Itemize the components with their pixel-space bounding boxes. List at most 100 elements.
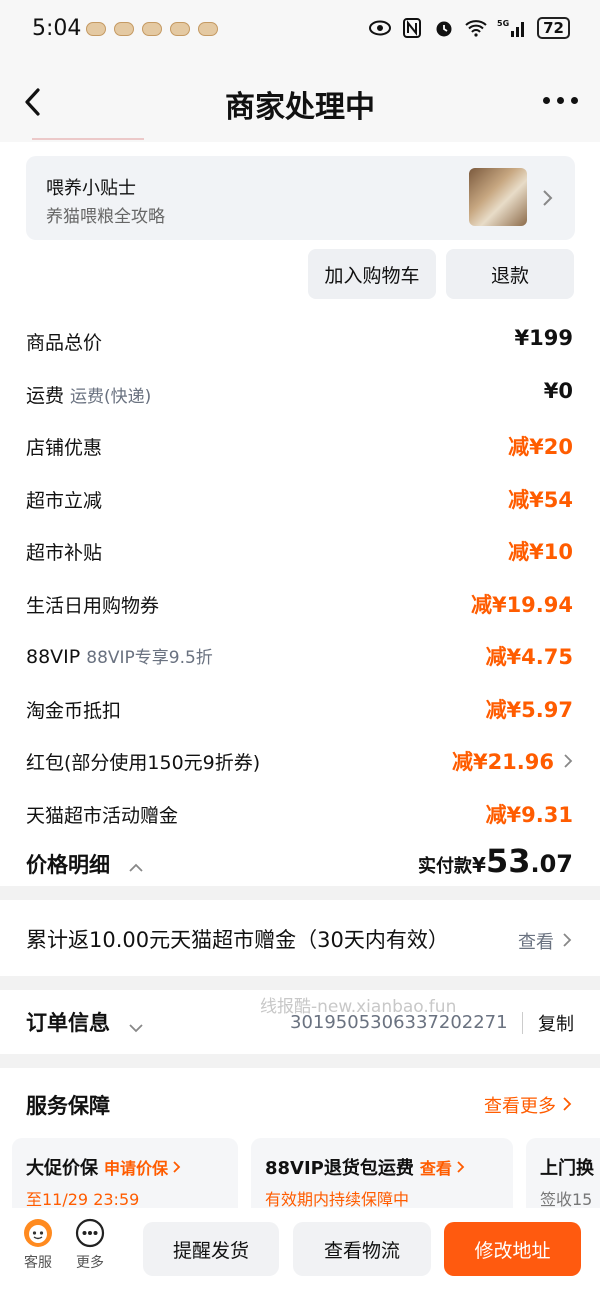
tip-subtitle: 养猫喂粮全攻略 [46,207,165,227]
price-row-instant-discount: 超市立减 减¥54 [0,472,600,525]
chevron-right-icon [563,752,573,770]
top-nav: 商家处理中 [0,62,600,142]
copy-order-button[interactable]: 复制 [538,1010,574,1036]
system-icons: 5G 72 [369,17,570,39]
service-guarantee-card: 服务保障 查看更多 大促价保 申请价保 至11/29 23:59 88VIP退货包… [0,1068,600,1218]
cashback-card[interactable]: 累计返10.00元天猫超市赠金（30天内有效） 查看 [0,900,600,976]
order-number: 3019505306337202271 [290,1012,508,1033]
price-row-bonus: 天猫超市活动赠金 减¥9.31 [0,787,600,840]
modify-address-button[interactable]: 修改地址 [444,1222,581,1276]
service-card-subtitle: 有效期内持续保障中 [265,1190,410,1209]
chevron-up-icon[interactable] [128,858,144,872]
price-row-coupon: 生活日用购物券 减¥19.94 [0,577,600,630]
vip-return-shipping-card[interactable]: 88VIP退货包运费 查看 有效期内持续保障中 [251,1138,513,1218]
price-row-shipping: 运费 运费(快递) ¥0 [0,367,600,420]
service-card-title: 上门换 [540,1158,594,1179]
price-row-label: 超市补贴 [26,542,103,564]
price-detail-toggle[interactable]: 价格明细 [26,849,110,879]
app-notification-icon [170,22,190,36]
price-row-coins: 淘金币抵扣 减¥5.97 [0,682,600,735]
more-label: 更多 [76,1255,104,1271]
price-row-value: 减¥21.96 [451,750,554,774]
chevron-down-icon[interactable] [128,1018,144,1033]
customer-service-button[interactable]: 客服 [18,1218,58,1272]
app-notification-icon [114,22,134,36]
paid-label: 实付款 [418,856,473,877]
eye-icon [369,17,392,39]
divider [522,1012,523,1034]
price-row-label: 生活日用购物券 [26,594,160,617]
cashback-text: 累计返10.00元天猫超市赠金（30天内有效） [26,928,449,952]
price-row-value: 减¥20 [508,435,573,459]
alarm-icon [433,17,455,39]
page-title: 商家处理中 [225,90,375,125]
feeding-tips-banner[interactable]: 喂养小贴士 养猫喂粮全攻略 [26,156,575,240]
chevron-right-icon [562,1095,572,1113]
door-exchange-card[interactable]: 上门换 签收15 [526,1138,600,1218]
price-breakdown: 商品总价 ¥199 运费 运费(快递) ¥0 店铺优惠 减¥20 超市立减 减¥5… [0,314,600,839]
chevron-right-icon [562,931,572,949]
refund-button[interactable]: 退款 [446,249,574,299]
paid-integer: 53 [485,842,531,880]
app-notification-icon [142,22,162,36]
divider [32,138,144,140]
price-row-label: 红包(部分使用150元9折券) [26,752,261,774]
signal-icon: 5G [497,17,527,39]
chevron-right-icon [457,1161,465,1173]
bottom-action-bar: 客服 更多 提醒发货 查看物流 修改地址 [0,1208,600,1300]
price-row-subtotal: 商品总价 ¥199 [0,314,600,367]
price-row-subsidy: 超市补贴 减¥10 [0,524,600,577]
price-row-value: 减¥19.94 [470,592,573,617]
service-card-subtitle: 至11/29 23:59 [26,1190,140,1209]
service-card-subtitle: 签收15 [540,1190,593,1209]
price-row-label: 运费 运费(快递) [26,384,152,407]
price-row-value: 减¥54 [508,487,573,512]
chevron-right-icon [541,186,555,210]
app-notification-icon [198,22,218,36]
app-notification-icon [86,22,106,36]
service-title: 服务保障 [26,1094,110,1118]
add-to-cart-button[interactable]: 加入购物车 [308,249,436,299]
price-row-red-packet[interactable]: 红包(部分使用150元9折券) 减¥21.96 [0,734,600,787]
view-logistics-button[interactable]: 查看物流 [293,1222,431,1276]
price-row-value: 减¥9.31 [485,802,573,827]
view-link[interactable]: 查看 [420,1159,452,1178]
price-row-value: ¥199 [514,326,573,350]
order-price-card: 喂养小贴士 养猫喂粮全攻略 加入购物车 退款 商品总价 ¥199 运费 运费(快递… [0,142,600,886]
paid-currency: ¥ [472,853,486,877]
apply-price-protection-link[interactable]: 申请价保 [104,1159,168,1178]
remind-shipment-button[interactable]: 提醒发货 [143,1222,279,1276]
more-button[interactable]: 更多 [70,1218,110,1272]
chevron-right-icon [173,1161,181,1173]
price-protection-card[interactable]: 大促价保 申请价保 至11/29 23:59 [12,1138,238,1218]
price-row-88vip: 88VIP 88VIP专享9.5折 减¥4.75 [0,629,600,682]
price-row-value: 减¥5.97 [485,697,573,722]
status-bar: 5:04 5G 72 [0,0,600,62]
order-actions: 加入购物车 退款 [308,249,574,299]
status-time: 5:04 [32,16,82,41]
price-row-store-discount: 店铺优惠 减¥20 [0,419,600,472]
more-icon [75,1218,105,1248]
order-info-toggle[interactable]: 订单信息 [26,1007,110,1037]
nfc-icon [401,17,423,39]
service-more-link[interactable]: 查看更多 [484,1092,556,1118]
price-row-value: 减¥4.75 [485,645,573,669]
price-row-label: 88VIP 88VIP专享9.5折 [26,646,213,668]
vip-discount-note: 88VIP专享9.5折 [86,648,213,668]
wifi-icon [465,17,487,39]
battery-indicator: 72 [537,17,570,39]
notification-icons [86,22,218,36]
price-row-label: 商品总价 [26,332,103,354]
order-info-card: 线报酷-new.xianbao.fun 订单信息 301950530633720… [0,990,600,1054]
svg-text:5G: 5G [497,19,509,28]
paid-decimal: .07 [530,850,573,878]
tip-thumbnail [469,168,527,226]
customer-service-label: 客服 [24,1255,52,1271]
price-row-label: 超市立减 [26,489,103,512]
cashback-view-link[interactable]: 查看 [518,928,554,954]
more-options-icon[interactable] [543,97,578,104]
price-row-value: 减¥10 [508,540,573,564]
customer-service-icon [23,1218,53,1248]
shipping-method: 运费(快递) [70,386,152,407]
price-row-label: 天猫超市活动赠金 [26,804,179,827]
